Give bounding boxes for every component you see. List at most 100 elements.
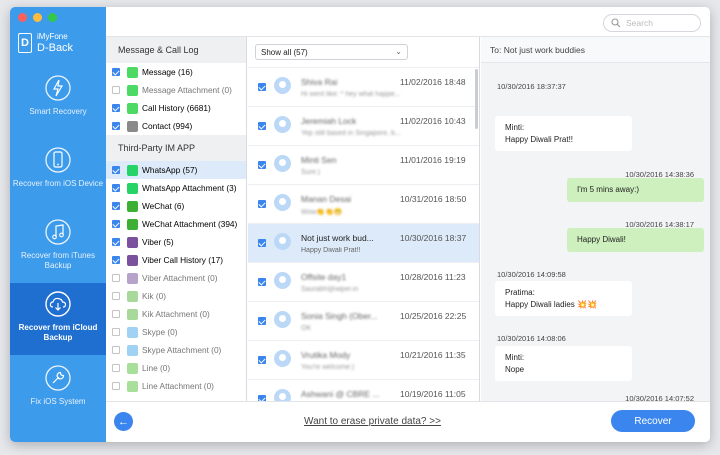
category-label: WeChat (6) [142, 201, 185, 211]
category-label: Call History (6681) [142, 103, 211, 113]
line-icon [127, 380, 138, 392]
category-item[interactable]: Viber Call History (17) [106, 251, 246, 269]
category-label: Skype Attachment (0) [142, 345, 222, 355]
checkbox[interactable] [112, 104, 120, 112]
kik-icon [127, 308, 138, 320]
checkbox[interactable] [258, 317, 266, 325]
category-item[interactable]: WhatsApp Attachment (3) [106, 179, 246, 197]
checkbox[interactable] [112, 220, 120, 228]
category-panel: Message & Call Log Message (16) Message A… [106, 37, 247, 401]
close-window-button[interactable] [18, 13, 27, 22]
product-name: D-Back [37, 41, 74, 54]
category-item[interactable]: Call History (6681) [106, 99, 246, 117]
checkbox[interactable] [112, 346, 120, 354]
filter-dropdown[interactable]: Show all (57) ⌄ [255, 44, 408, 60]
conversation-preview: OK [301, 325, 312, 332]
minimize-window-button[interactable] [33, 13, 42, 22]
category-item[interactable]: WeChat Attachment (394) [106, 215, 246, 233]
conversation-name: Ashwani @ CBRE ... [301, 389, 380, 399]
category-item[interactable]: Skype Attachment (0) [106, 341, 246, 359]
conversation-row[interactable]: Manan Desai Wow👏👏😁 10/31/2016 18:50 [248, 184, 479, 223]
checkbox[interactable] [258, 239, 266, 247]
nav-itunes-backup[interactable]: Recover from iTunes Backup [10, 211, 106, 283]
conversation-preview: Happy Diwali Prat!! [301, 247, 361, 254]
checkbox[interactable] [112, 202, 120, 210]
checkbox[interactable] [258, 122, 266, 130]
checkbox[interactable] [112, 68, 120, 76]
conversation-row[interactable]: Jeremiah Lock Yep still based in Singapor… [248, 106, 479, 145]
conversation-row[interactable]: Sonia Singh (Ober... OK 10/25/2016 22:25 [248, 301, 479, 340]
avatar [274, 233, 291, 250]
category-item[interactable]: Kik (0) [106, 287, 246, 305]
sidebar: D iMyFone D-Back Smart Recovery Recover … [10, 7, 106, 442]
category-label: Viber (5) [142, 237, 174, 247]
category-item[interactable]: Contact (994) [106, 117, 246, 135]
category-item[interactable]: Skype (0) [106, 323, 246, 341]
back-button[interactable]: ← [114, 412, 133, 431]
checkbox[interactable] [112, 122, 120, 130]
checkbox[interactable] [258, 356, 266, 364]
category-item[interactable]: Message Attachment (0) [106, 81, 246, 99]
conversation-row[interactable]: Vrutika Mody You're welcome:) 10/21/2016 1… [248, 340, 479, 379]
category-label: Line Attachment (0) [142, 381, 214, 391]
app-logo: D iMyFone D-Back [18, 32, 73, 55]
conversation-row[interactable]: Ashwani @ CBRE ... 10/19/2016 11:05 [248, 379, 479, 401]
checkbox[interactable] [112, 310, 120, 318]
category-item[interactable]: Viber (5) [106, 233, 246, 251]
checkbox[interactable] [112, 238, 120, 246]
checkbox[interactable] [112, 166, 120, 174]
category-item[interactable]: WeChat (6) [106, 197, 246, 215]
conversation-row[interactable]: Offsite day1 Saurabh@wiper.in 10/28/2016 1… [248, 262, 479, 301]
category-item[interactable]: Kik Attachment (0) [106, 305, 246, 323]
message-timestamp: 10/30/2016 14:07:52 [625, 394, 694, 401]
conversation-date: 10/19/2016 11:05 [400, 389, 466, 399]
search-icon [611, 18, 621, 28]
checkbox[interactable] [112, 364, 120, 372]
checkbox[interactable] [112, 86, 120, 94]
checkbox[interactable] [112, 382, 120, 390]
checkbox[interactable] [258, 278, 266, 286]
filter-value: Show all (57) [261, 48, 308, 57]
lightning-refresh-icon [45, 75, 71, 101]
category-item[interactable]: Line Attachment (0) [106, 377, 246, 395]
kik-icon [127, 290, 138, 302]
nav-ios-device[interactable]: Recover from iOS Device [10, 139, 106, 211]
checkbox[interactable] [112, 184, 120, 192]
nav-label: Recover from iOS Device [12, 179, 104, 188]
message-text: I'm 5 mins away:) [577, 185, 639, 194]
conversation-row[interactable]: Not just work bud... Happy Diwali Prat!! 1… [248, 223, 479, 262]
wrench-icon [45, 365, 71, 391]
conversation-row[interactable]: Minti Sen Sure:) 11/01/2016 19:19 [248, 145, 479, 184]
logo-icon: D [18, 33, 32, 54]
checkbox[interactable] [112, 256, 120, 264]
zoom-window-button[interactable] [48, 13, 57, 22]
brand-name: iMyFone [37, 32, 68, 41]
category-label: Contact (994) [142, 121, 193, 131]
nav-label: Recover from iCloud Backup [18, 323, 98, 342]
contact-icon [127, 120, 138, 132]
conversation-row[interactable]: Shiva Rai Hi went like: * hey what happe.… [248, 67, 479, 106]
message-text: Happy Diwali! [577, 235, 626, 244]
conversation-name: Sonia Singh (Ober... [301, 311, 378, 321]
conversation-name: Vrutika Mody [301, 350, 351, 360]
recover-button[interactable]: Recover [611, 410, 695, 432]
nav-smart-recovery[interactable]: Smart Recovery [10, 67, 106, 139]
music-note-icon [45, 219, 71, 245]
checkbox[interactable] [258, 200, 266, 208]
section-header: Message & Call Log [106, 37, 246, 63]
erase-link[interactable]: Want to erase private data? >> [304, 416, 441, 427]
category-item[interactable]: WhatsApp (57) [106, 161, 246, 179]
checkbox[interactable] [258, 83, 266, 91]
cloud-download-icon [45, 291, 71, 317]
checkbox[interactable] [258, 161, 266, 169]
checkbox[interactable] [112, 328, 120, 336]
nav-fix-ios[interactable]: Fix iOS System [10, 357, 106, 429]
checkbox[interactable] [112, 274, 120, 282]
conversation-date: 10/21/2016 11:35 [400, 350, 466, 360]
nav-icloud-backup[interactable]: Recover from iCloud Backup [10, 283, 106, 355]
category-item[interactable]: Line (0) [106, 359, 246, 377]
checkbox[interactable] [112, 292, 120, 300]
scrollbar[interactable] [475, 69, 478, 129]
category-item[interactable]: Message (16) [106, 63, 246, 81]
category-item[interactable]: Viber Attachment (0) [106, 269, 246, 287]
